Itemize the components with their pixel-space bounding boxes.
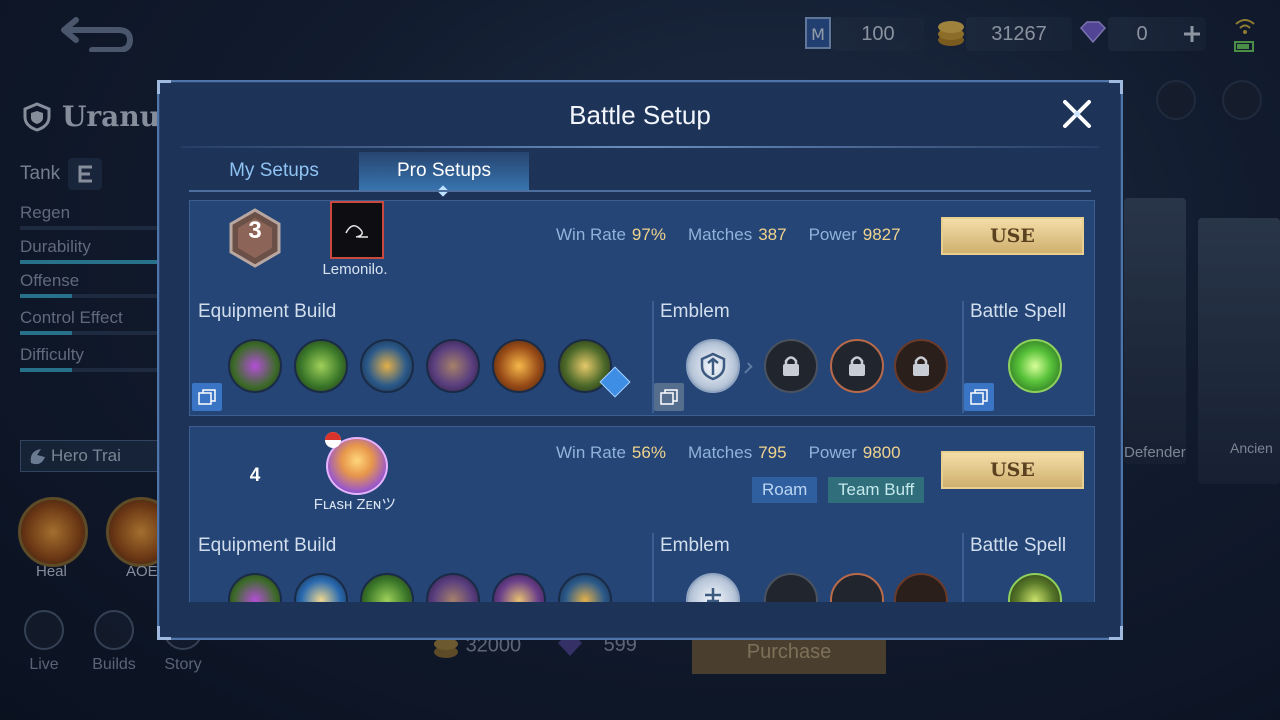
copy-emblem-icon[interactable] xyxy=(654,383,684,411)
fist-item-icon[interactable] xyxy=(492,339,546,393)
roam-tag: Roam xyxy=(752,477,818,503)
battle-setup-modal: Battle Setup My Setups Pro Setups 3 Lemo… xyxy=(157,80,1123,640)
locked-talent-icon[interactable] xyxy=(830,573,884,602)
setup-card: 4 Fʟᴀsʜ Zᴇɴツ Win Rate 56% Matches 795 Powe… xyxy=(189,426,1095,602)
vengeance-spell-icon[interactable] xyxy=(1008,339,1062,393)
win-rate-value: 56% xyxy=(631,443,666,462)
arrow-separator xyxy=(741,362,753,374)
matches: Matches 795 xyxy=(688,443,787,463)
power: Power 9827 xyxy=(809,225,901,245)
avatar-image xyxy=(345,225,368,238)
tabs-divider xyxy=(189,190,1091,192)
matches: Matches 387 xyxy=(688,225,787,245)
use-button[interactable]: USE xyxy=(941,451,1084,489)
modal-title: Battle Setup xyxy=(569,100,711,130)
equipment-build-label: Equipment Build xyxy=(198,301,337,322)
title-divider xyxy=(181,146,1099,148)
rank-number: 3 xyxy=(248,217,262,244)
power: Power 9800 xyxy=(809,443,901,463)
helmet-item-icon[interactable] xyxy=(558,573,612,602)
ring-item-icon[interactable] xyxy=(294,573,348,602)
power-value: 9827 xyxy=(862,225,901,244)
emblem-label: Emblem xyxy=(660,535,730,556)
win-rate-label: Win Rate xyxy=(556,225,626,244)
use-button[interactable]: USE xyxy=(941,217,1084,255)
setup-stats: Win Rate 97% Matches 387 Power 9827 xyxy=(556,225,901,245)
tab-my-setups[interactable]: My Setups xyxy=(189,152,359,190)
locked-talent-icon[interactable] xyxy=(894,339,948,393)
locked-spell-icon[interactable] xyxy=(1008,573,1062,602)
gauntlet-item-icon[interactable] xyxy=(426,573,480,602)
indonesia-flag-icon xyxy=(325,432,341,448)
gauntlet-item-icon[interactable] xyxy=(426,339,480,393)
tab-pro-setups[interactable]: Pro Setups xyxy=(359,152,529,190)
emblem-label: Emblem xyxy=(660,301,730,322)
power-label: Power xyxy=(808,225,857,244)
locked-talent-icon[interactable] xyxy=(764,573,818,602)
win-rate-value: 97% xyxy=(631,225,666,244)
helmet-item-icon[interactable] xyxy=(360,339,414,393)
armor-item-icon[interactable] xyxy=(360,573,414,602)
matches-value: 387 xyxy=(758,225,787,244)
close-button[interactable] xyxy=(1057,94,1097,134)
section-divider xyxy=(652,533,654,602)
close-icon xyxy=(1063,100,1091,128)
locked-talent-icon[interactable] xyxy=(764,339,818,393)
boots-item-icon[interactable] xyxy=(228,573,282,602)
setup-stats: Win Rate 56% Matches 795 Power 9800 xyxy=(556,443,901,463)
support-emblem-icon[interactable] xyxy=(686,573,740,602)
player-name: Fʟᴀsʜ Zᴇɴツ xyxy=(313,496,397,513)
pro-setups-list[interactable]: 3 Lemonilo. Win Rate 97% Matches 387 Power… xyxy=(189,200,1095,602)
matches-label: Matches xyxy=(687,443,753,462)
corner-decoration xyxy=(157,626,171,640)
power-value: 9800 xyxy=(862,443,901,462)
battle-spell-label: Battle Spell xyxy=(970,535,1067,556)
team-buff-tag: Team Buff xyxy=(828,477,925,503)
copy-spell-icon[interactable] xyxy=(964,383,994,411)
section-divider xyxy=(962,533,964,602)
player-avatar[interactable] xyxy=(330,201,384,259)
locked-talent-icon[interactable] xyxy=(894,573,948,602)
power-label: Power xyxy=(808,443,857,462)
win-rate: Win Rate 97% xyxy=(556,225,666,245)
matches-label: Matches xyxy=(687,225,753,244)
setup-card: 3 Lemonilo. Win Rate 97% Matches 387 Power… xyxy=(189,200,1095,416)
rank-number: 4 xyxy=(249,465,261,486)
player-name: Lemonilo. xyxy=(322,261,388,278)
corner-decoration xyxy=(157,80,171,94)
boots-item-icon[interactable] xyxy=(228,339,282,393)
win-rate: Win Rate 56% xyxy=(556,443,666,463)
corner-decoration xyxy=(1109,80,1123,94)
locked-talent-icon[interactable] xyxy=(830,339,884,393)
armor-item-icon[interactable] xyxy=(294,339,348,393)
matches-value: 795 xyxy=(758,443,787,462)
tank-emblem-icon[interactable] xyxy=(686,339,740,393)
copy-build-icon[interactable] xyxy=(192,383,222,411)
corner-decoration xyxy=(1109,626,1123,640)
win-rate-label: Win Rate xyxy=(556,443,626,462)
horn-item-icon[interactable] xyxy=(492,573,546,602)
equipment-build-label: Equipment Build xyxy=(198,535,337,556)
battle-spell-label: Battle Spell xyxy=(970,301,1067,322)
setup-tabs: My Setups Pro Setups xyxy=(189,152,529,190)
